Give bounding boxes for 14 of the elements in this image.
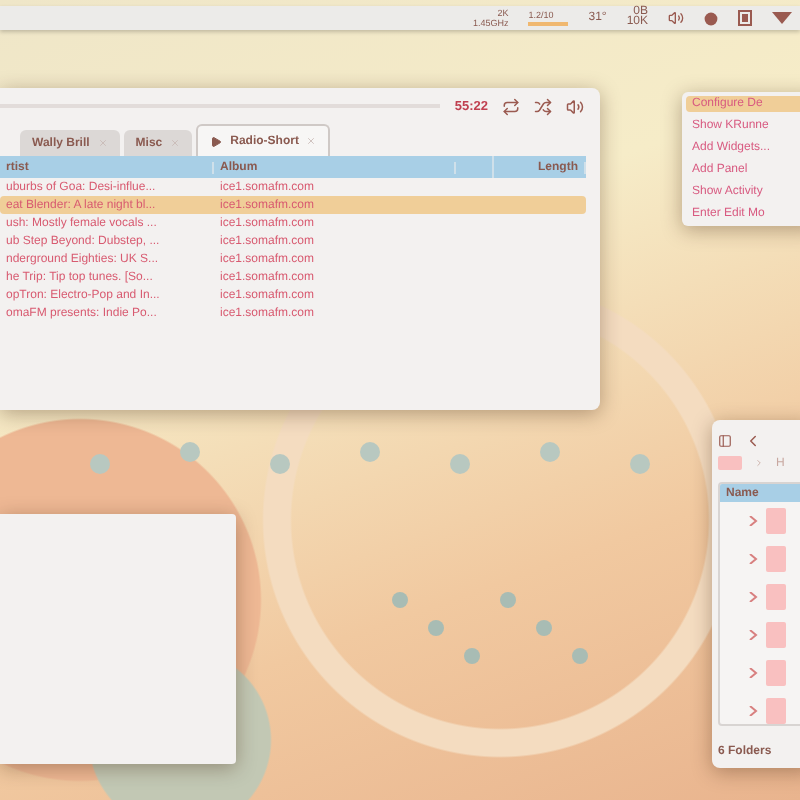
expander-icon[interactable]: [748, 706, 758, 716]
back-icon[interactable]: [744, 432, 762, 450]
expander-icon[interactable]: [748, 592, 758, 602]
sidebar-icon[interactable]: [718, 434, 732, 448]
expander-icon[interactable]: [748, 554, 758, 564]
volume-icon[interactable]: [668, 10, 684, 26]
expander-icon[interactable]: [748, 668, 758, 678]
shuffle-icon[interactable]: [534, 97, 552, 115]
chevron-icon: [754, 458, 764, 468]
repeat-icon[interactable]: [502, 97, 520, 115]
circle-icon[interactable]: [704, 11, 718, 25]
expander-icon[interactable]: [748, 516, 758, 526]
volume-icon[interactable]: [566, 97, 584, 115]
expander-icon[interactable]: [748, 630, 758, 640]
